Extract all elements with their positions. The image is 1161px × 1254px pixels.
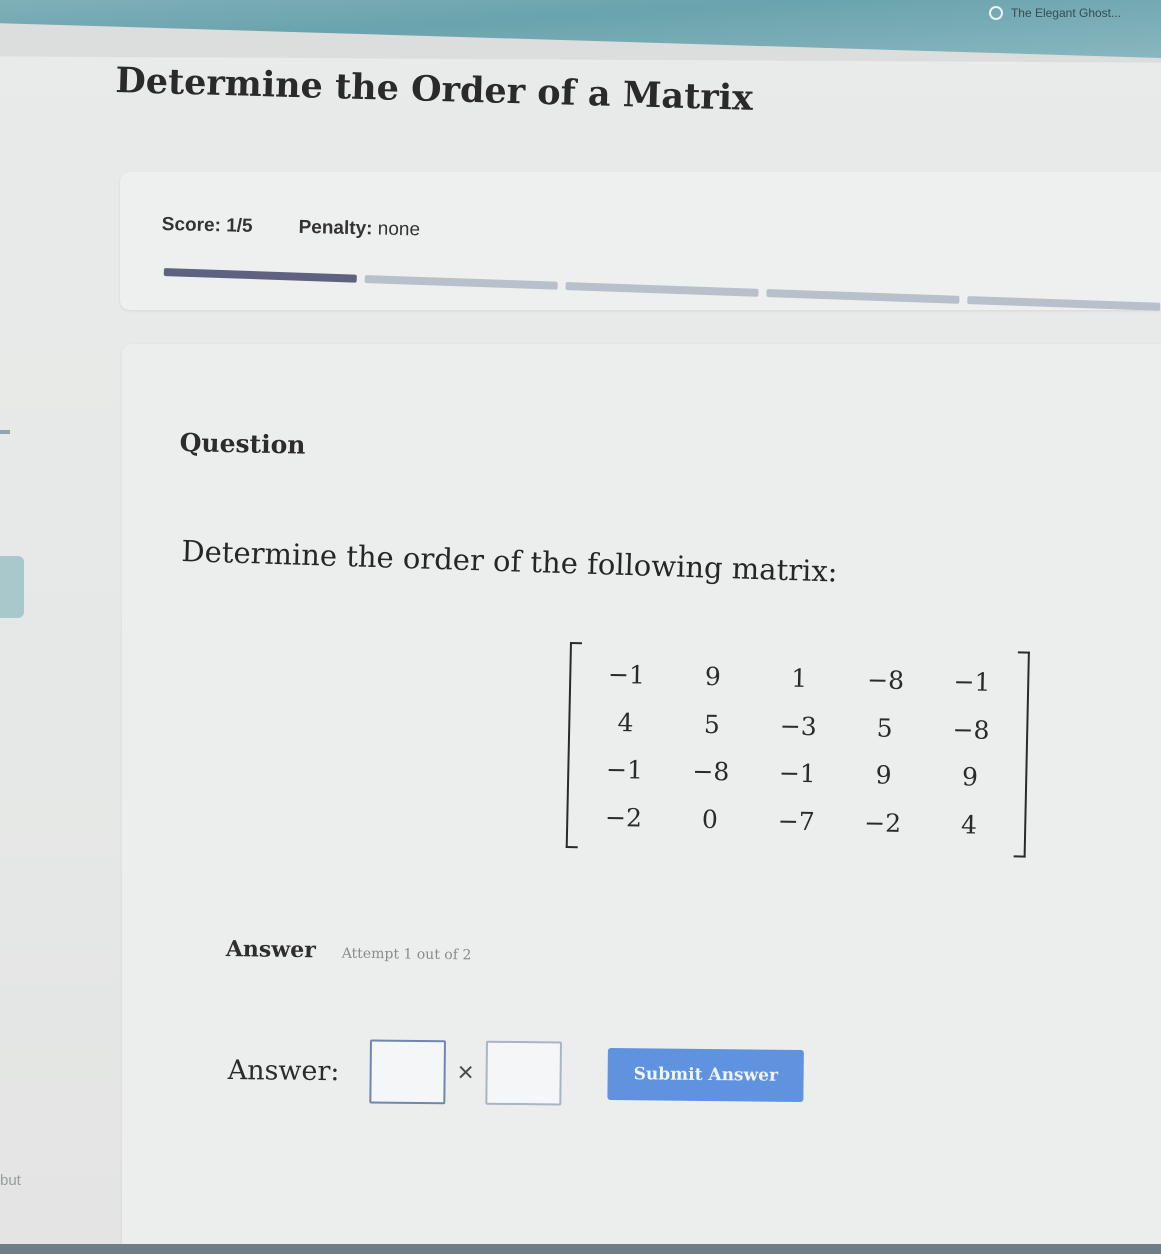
score-card: Score: 1/5 Penalty: none	[120, 172, 1161, 311]
matrix-cell: 9	[961, 762, 979, 792]
progress-segment	[766, 289, 960, 304]
answer-row: Answer: × Submit Answer	[227, 1038, 805, 1108]
left-edge-dash	[0, 430, 10, 434]
attempt-counter: Attempt 1 out of 2	[341, 945, 472, 964]
left-edge-text: but	[0, 1172, 21, 1189]
progress-segment	[967, 296, 1161, 311]
progress-segment	[565, 282, 759, 297]
times-sign: ×	[457, 1056, 475, 1088]
matrix-grid: −1 9 1 −8 −1 4 5 −3 5 −8 −1 −8 −1 9 9 −2 0 −7 −2 4	[580, 650, 1016, 849]
question-prompt: Determine the order of the following mat…	[180, 534, 839, 589]
score-label: Score: 1/5	[161, 214, 253, 237]
left-edge-tab[interactable]	[0, 556, 24, 618]
progress-segment	[364, 275, 558, 290]
matrix-cell: 5	[876, 713, 893, 743]
bottom-strip	[0, 1244, 1161, 1254]
matrix-cell: −1	[953, 667, 991, 698]
circle-icon	[988, 6, 1003, 20]
matrix-cell: 9	[704, 662, 722, 692]
penalty-text: Penalty: none	[298, 217, 420, 242]
browser-tab[interactable]: The Elegant Ghost...	[988, 6, 1121, 20]
matrix-cell: −8	[866, 665, 905, 696]
matrix-cell: 9	[875, 760, 892, 791]
browser-tab-label: The Elegant Ghost...	[1010, 6, 1121, 20]
matrix-cell: 0	[701, 804, 719, 834]
question-heading: Question	[179, 428, 306, 460]
matrix-right-bracket	[1013, 651, 1030, 858]
matrix-cell: −7	[777, 806, 816, 836]
matrix-cell: −1	[605, 755, 644, 785]
matrix: −1 9 1 −8 −1 4 5 −3 5 −8 −1 −8 −1 9 9 −2 0 −7 −2 4	[565, 642, 1030, 858]
matrix-cell: −1	[778, 758, 817, 789]
penalty-value: none	[377, 218, 421, 241]
matrix-cell: −3	[779, 711, 818, 741]
matrix-cell: 4	[617, 707, 634, 738]
matrix-cell: −8	[692, 756, 730, 787]
matrix-cell: 5	[703, 709, 721, 739]
score-row: Score: 1/5 Penalty: none	[162, 214, 421, 241]
matrix-cell: 4	[960, 809, 978, 840]
rows-input[interactable]	[369, 1039, 446, 1105]
progress-bar	[163, 268, 1161, 311]
columns-input[interactable]	[485, 1040, 563, 1106]
matrix-cell: −2	[863, 807, 902, 838]
answer-heading-label: Answer	[225, 936, 316, 964]
penalty-label: Penalty:	[298, 216, 373, 240]
progress-segment	[163, 268, 357, 283]
matrix-cell: 1	[791, 663, 808, 694]
matrix-cell: −2	[604, 802, 643, 833]
answer-heading: Answer Attempt 1 out of 2	[226, 936, 472, 965]
matrix-cell: −8	[952, 714, 990, 745]
answer-label: Answer:	[227, 1054, 340, 1087]
matrix-cell: −1	[607, 660, 646, 690]
submit-answer-button[interactable]: Submit Answer	[607, 1047, 805, 1103]
browser-top-strip: The Elegant Ghost...	[0, 0, 1161, 58]
question-card: Question Determine the order of the foll…	[122, 344, 1161, 1254]
